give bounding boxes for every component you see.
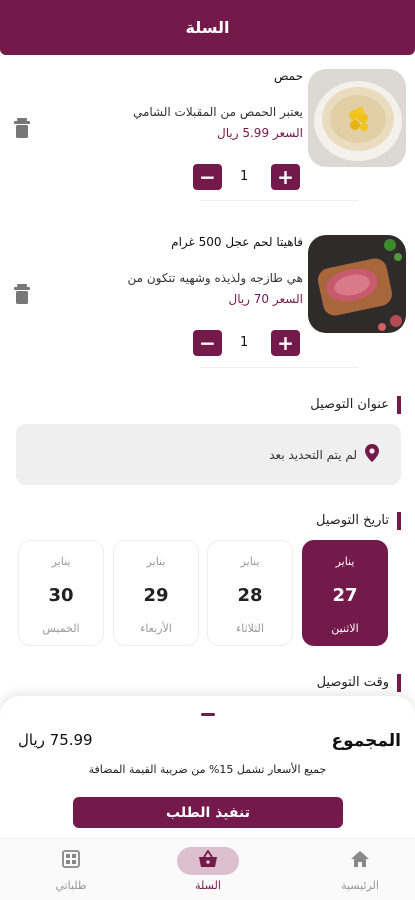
vat-note: جميع الأسعار تشمل 15% من ضريبة القيمة ال… [88, 763, 327, 776]
item-divider [200, 367, 358, 368]
order-summary-sheet: المجموع 75.99 ريال جميع الأسعار تشمل 15%… [0, 696, 415, 841]
app-header: السلة [0, 0, 415, 55]
nav-label: السلة [195, 879, 221, 892]
date-day: 28 [237, 584, 263, 606]
date-day: 27 [332, 584, 358, 606]
date-card[interactable]: يناير 28 الثلاثاء [207, 540, 293, 646]
home-icon [350, 850, 370, 872]
date-month: يناير [335, 555, 355, 568]
location-pin-icon [365, 443, 379, 466]
orders-icon [61, 849, 81, 873]
item-price: السعر 5.99 ريال [217, 126, 303, 140]
nav-label: الرئيسية [341, 879, 379, 892]
nav-item-orders[interactable]: طلباتي [16, 847, 126, 897]
date-month: يناير [51, 555, 71, 568]
total-label: المجموع [331, 731, 401, 751]
date-weekday: الأربعاء [140, 622, 172, 635]
bottom-navigation: الرئيسية السلة طلباتي [0, 838, 415, 900]
quantity-value: 1 [240, 169, 249, 184]
delivery-time-title: وقت التوصيل [317, 674, 401, 692]
date-weekday: الثلاثاء [236, 622, 264, 635]
product-image-hummus [308, 69, 406, 167]
cart-item: فاهيتا لحم عجل 500 غرام هي طازجه ولذيذه … [0, 235, 415, 375]
sheet-drag-handle[interactable] [201, 713, 215, 716]
trash-icon[interactable] [12, 117, 32, 139]
nav-item-home[interactable]: الرئيسية [305, 847, 415, 897]
total-value: 75.99 ريال [18, 731, 93, 749]
item-price: السعر 70 ريال [228, 292, 303, 306]
cart-item: حمص يعتبر الحمص من المقبلات الشامي السعر… [0, 69, 415, 209]
item-name: حمص [273, 69, 303, 83]
increase-quantity-button[interactable]: + [271, 164, 300, 190]
date-weekday: الخميس [42, 622, 80, 635]
date-day: 30 [48, 584, 74, 606]
date-card[interactable]: يناير 30 الخميس [18, 540, 104, 646]
decrease-quantity-button[interactable]: − [193, 330, 222, 356]
item-divider [200, 200, 358, 201]
date-month: يناير [240, 555, 260, 568]
nav-label: طلباتي [55, 879, 87, 892]
delivery-date-title: تاريخ التوصيل [316, 512, 401, 530]
nav-item-cart[interactable]: السلة [153, 847, 263, 897]
date-month: يناير [146, 555, 166, 568]
quantity-value: 1 [240, 335, 249, 350]
decrease-quantity-button[interactable]: − [193, 164, 222, 190]
date-card[interactable]: يناير 29 الأربعاء [113, 540, 199, 646]
item-description: يعتبر الحمص من المقبلات الشامي [132, 105, 303, 119]
item-description: هي طازجه ولذيذه وشهيه تتكون من [127, 271, 303, 285]
basket-icon [198, 849, 218, 872]
date-weekday: الاثنين [331, 622, 359, 635]
date-card-selected[interactable]: يناير 27 الاثنين [302, 540, 388, 646]
checkout-button[interactable]: تنفيذ الطلب [73, 797, 343, 828]
delivery-address-title: عنوان التوصيل [310, 396, 401, 414]
date-day: 29 [143, 584, 169, 606]
item-name: فاهيتا لحم عجل 500 غرام [171, 235, 303, 249]
increase-quantity-button[interactable]: + [271, 330, 300, 356]
page-title: السلة [185, 18, 230, 37]
delivery-address-field[interactable]: لم يتم التحديد بعد [16, 424, 401, 485]
trash-icon[interactable] [12, 283, 32, 305]
product-image-fajita [308, 235, 406, 333]
delivery-address-value: لم يتم التحديد بعد [269, 447, 357, 462]
